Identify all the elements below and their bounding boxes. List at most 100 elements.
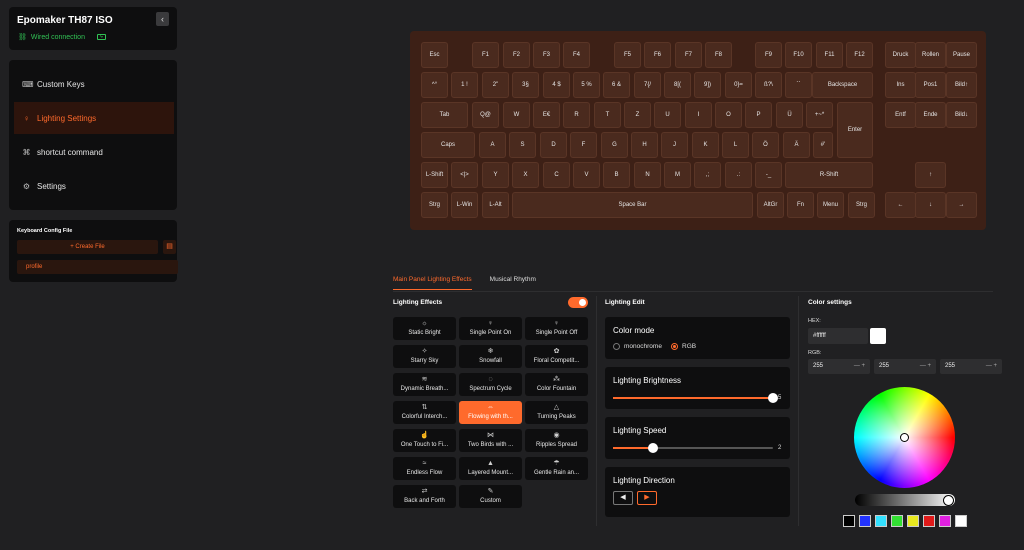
- collapse-button[interactable]: ‹: [156, 12, 169, 26]
- key[interactable]: N: [634, 162, 661, 188]
- color-wheel-knob[interactable]: [900, 433, 909, 442]
- key[interactable]: P: [745, 102, 772, 128]
- key[interactable]: M: [664, 162, 691, 188]
- key[interactable]: Q@: [472, 102, 499, 128]
- key[interactable]: F7: [675, 42, 702, 68]
- red-stepper[interactable]: — +: [854, 359, 865, 374]
- key[interactable]: I: [685, 102, 712, 128]
- key[interactable]: +~*: [806, 102, 833, 128]
- effect-custom[interactable]: ✎ Custom: [459, 485, 522, 508]
- key[interactable]: ß?\: [755, 72, 782, 98]
- key[interactable]: Strg: [421, 192, 448, 218]
- slider-knob[interactable]: [648, 443, 658, 453]
- key[interactable]: 5 %: [573, 72, 600, 98]
- color-swatch[interactable]: [907, 515, 919, 527]
- key[interactable]: .:: [725, 162, 752, 188]
- color-swatch[interactable]: [891, 515, 903, 527]
- key[interactable]: Ü: [776, 102, 803, 128]
- key[interactable]: F4: [563, 42, 590, 68]
- effect-flowing-with-th[interactable]: ⇔ Flowing with th...: [459, 401, 522, 424]
- effect-spectrum-cycle[interactable]: ◌ Spectrum Cycle: [459, 373, 522, 396]
- key[interactable]: Bild↑: [946, 72, 977, 98]
- key[interactable]: R-Shift: [785, 162, 873, 188]
- key[interactable]: Bild↓: [946, 102, 977, 128]
- nav-shortcut-command[interactable]: ⌘ shortcut command: [14, 136, 174, 168]
- key[interactable]: ↓: [915, 192, 946, 218]
- radio-monochrome[interactable]: monochrome: [613, 343, 662, 350]
- key[interactable]: Enter: [837, 102, 873, 158]
- key[interactable]: F8: [705, 42, 732, 68]
- brightness-slider[interactable]: [613, 393, 778, 403]
- effect-one-touch-to-fi[interactable]: ☝ One Touch to Fi...: [393, 429, 456, 452]
- key[interactable]: X: [512, 162, 539, 188]
- key[interactable]: F10: [785, 42, 812, 68]
- color-swatch[interactable]: [955, 515, 967, 527]
- key[interactable]: J: [661, 132, 688, 158]
- key[interactable]: 4 $: [543, 72, 570, 98]
- effect-turning-peaks[interactable]: △ Turning Peaks: [525, 401, 588, 424]
- color-swatch[interactable]: [939, 515, 951, 527]
- key[interactable]: 0}=: [725, 72, 752, 98]
- key[interactable]: F1: [472, 42, 499, 68]
- nav-lighting-settings[interactable]: ♀ Lighting Settings: [14, 102, 174, 134]
- profile-item[interactable]: profile: [17, 260, 178, 274]
- radio-rgb[interactable]: RGB: [671, 343, 696, 350]
- key[interactable]: Pos1: [915, 72, 946, 98]
- key[interactable]: F12: [846, 42, 873, 68]
- key[interactable]: Z: [624, 102, 651, 128]
- effect-starry-sky[interactable]: ✧ Starry Sky: [393, 345, 456, 368]
- effect-endless-flow[interactable]: ≈ Endless Flow: [393, 457, 456, 480]
- key[interactable]: D: [540, 132, 567, 158]
- key[interactable]: Fn: [787, 192, 814, 218]
- key[interactable]: E€: [533, 102, 560, 128]
- key[interactable]: F2: [503, 42, 530, 68]
- key[interactable]: Pause: [946, 42, 977, 68]
- key[interactable]: Druck: [885, 42, 916, 68]
- import-file-icon[interactable]: ▤: [163, 240, 176, 254]
- color-swatch[interactable]: [875, 515, 887, 527]
- key[interactable]: Menu: [817, 192, 844, 218]
- key[interactable]: 1 !: [451, 72, 478, 98]
- key[interactable]: O: [715, 102, 742, 128]
- key[interactable]: K: [692, 132, 719, 158]
- color-brightness-slider[interactable]: [855, 494, 955, 506]
- key[interactable]: B: [603, 162, 630, 188]
- key[interactable]: -_: [755, 162, 782, 188]
- key[interactable]: Esc: [421, 42, 448, 68]
- key[interactable]: F9: [755, 42, 782, 68]
- key[interactable]: 2": [482, 72, 509, 98]
- key[interactable]: G: [601, 132, 628, 158]
- key[interactable]: C: [543, 162, 570, 188]
- key[interactable]: Caps: [421, 132, 475, 158]
- color-swatch[interactable]: [843, 515, 855, 527]
- effect-dynamic-breath[interactable]: ≋ Dynamic Breath...: [393, 373, 456, 396]
- effect-back-and-forth[interactable]: ⇄ Back and Forth: [393, 485, 456, 508]
- key[interactable]: Backspace: [812, 72, 873, 98]
- direction-left-button[interactable]: ◀: [613, 491, 633, 505]
- nav-settings[interactable]: ⚙ Settings: [14, 170, 174, 202]
- key[interactable]: <|>: [451, 162, 478, 188]
- key[interactable]: L: [722, 132, 749, 158]
- key[interactable]: F6: [644, 42, 671, 68]
- key[interactable]: H: [631, 132, 658, 158]
- nav-custom-keys[interactable]: ⌨ Custom Keys: [14, 68, 174, 100]
- effect-ripples-spread[interactable]: ◉ Ripples Spread: [525, 429, 588, 452]
- color-swatch[interactable]: [923, 515, 935, 527]
- effects-toggle[interactable]: [568, 297, 588, 308]
- direction-right-button[interactable]: ▶: [637, 491, 657, 505]
- key[interactable]: 3§: [512, 72, 539, 98]
- key[interactable]: R: [563, 102, 590, 128]
- key[interactable]: F3: [533, 42, 560, 68]
- key[interactable]: Space Bar: [512, 192, 753, 218]
- key[interactable]: →: [946, 192, 977, 218]
- blue-stepper[interactable]: — +: [986, 359, 997, 374]
- key[interactable]: Ins: [885, 72, 916, 98]
- key[interactable]: V: [573, 162, 600, 188]
- key[interactable]: ´`: [785, 72, 812, 98]
- tab-main-panel[interactable]: Main Panel Lighting Effects: [393, 276, 472, 290]
- key[interactable]: AltGr: [757, 192, 784, 218]
- key[interactable]: A: [479, 132, 506, 158]
- effect-static-bright[interactable]: ☼ Static Bright: [393, 317, 456, 340]
- key[interactable]: W: [503, 102, 530, 128]
- key[interactable]: ↑: [915, 162, 946, 188]
